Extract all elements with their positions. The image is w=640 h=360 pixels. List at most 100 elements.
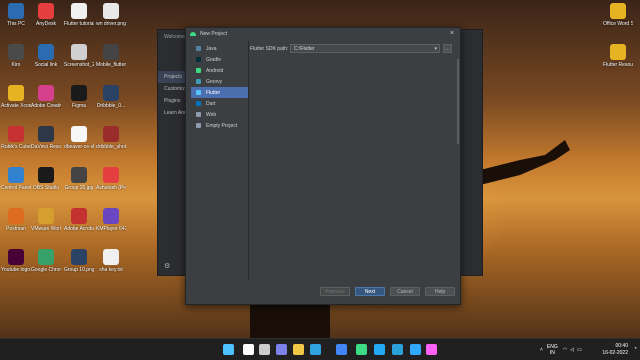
folder-icon: [8, 85, 24, 101]
dialog-titlebar: New Project: [186, 28, 460, 40]
chevron-up-icon[interactable]: ˄: [540, 347, 543, 353]
folder-icon: [610, 44, 626, 60]
clock[interactable]: 00:40 16-02-2022: [602, 343, 628, 357]
desktop-icon[interactable]: Google Chrome: [31, 249, 61, 273]
desktop-icon-label: Screenshot_2...: [64, 62, 94, 68]
chevron-down-icon[interactable]: ▾: [434, 46, 439, 52]
welcome-item-learn[interactable]: Learn Android: [158, 107, 185, 119]
project-type-web[interactable]: Web: [191, 109, 248, 120]
project-type-empty-project[interactable]: Empty Project: [191, 120, 248, 131]
desktop-icon[interactable]: This PC: [1, 3, 31, 27]
project-type-groovy[interactable]: Groovy: [191, 76, 248, 87]
desktop-icon[interactable]: Postman: [1, 208, 31, 232]
photoshop-icon[interactable]: [410, 344, 421, 355]
project-type-label: Dart: [206, 100, 216, 107]
welcome-item-plugins[interactable]: Plugins: [158, 95, 185, 107]
desktop-icon[interactable]: Mobile_flutter_2...: [96, 44, 126, 68]
close-icon[interactable]: ×: [450, 30, 454, 37]
clock-date: 16-02-2022: [602, 350, 628, 356]
desktop-icon[interactable]: wn driver.png: [96, 3, 126, 27]
desktop-icon[interactable]: Adobe Acrobat DC: [64, 208, 94, 232]
android-studio-logo-icon: [190, 32, 196, 36]
edge-icon[interactable]: [310, 344, 321, 355]
desktop-icon[interactable]: DaVinci Resolve: [31, 126, 61, 150]
telegram-icon[interactable]: [392, 344, 403, 355]
xd-icon[interactable]: [426, 344, 437, 355]
search-icon[interactable]: [243, 344, 254, 355]
desktop-icon-label: sha key.txt: [99, 267, 123, 273]
desktop-icon-label: Rubik's Cube: [1, 144, 31, 150]
project-type-android[interactable]: Android: [191, 65, 248, 76]
desktop-icon[interactable]: Youtube logo.xd: [1, 249, 31, 273]
desktop-icon[interactable]: dribbble_shots: [96, 126, 126, 150]
help-button[interactable]: Help: [425, 287, 455, 296]
file-explorer-icon[interactable]: [293, 344, 304, 355]
desktop-icon[interactable]: Group 20.jpg: [64, 167, 94, 191]
control-panel-icon: [8, 167, 24, 183]
desktop-icon-label: KMPlayer 64X: [96, 226, 126, 232]
chrome-icon: [38, 249, 54, 265]
project-type-label: Flutter: [206, 89, 221, 96]
desktop-icon[interactable]: Dribbble_0...: [96, 85, 126, 109]
dbeaver-icon: [71, 126, 87, 142]
browse-button[interactable]: …: [443, 44, 452, 53]
windows-start-icon[interactable]: [223, 344, 234, 355]
welcome-item-customize[interactable]: Customize: [158, 83, 185, 95]
vscode-icon[interactable]: [374, 344, 385, 355]
welcome-item-projects[interactable]: Projects: [158, 71, 185, 83]
desktop-icon[interactable]: Rubik's Cube: [1, 126, 31, 150]
project-type-flutter[interactable]: Flutter: [191, 87, 248, 98]
desktop-icon[interactable]: Control Panel: [1, 167, 31, 191]
text-file-icon: [103, 249, 119, 265]
desktop-icon[interactable]: sha key.txt: [96, 249, 126, 273]
desktop-icon-label: Ashutosh (Person 1...: [96, 185, 126, 191]
project-type-list: Java Gradle Android Groovy Flutter Dart Web Emp…: [191, 41, 249, 280]
next-button[interactable]: Next: [355, 287, 385, 296]
volume-icon[interactable]: ◁: [570, 347, 574, 353]
battery-icon[interactable]: ▭: [577, 347, 582, 353]
desktop-icon[interactable]: Flutter tutorial: [64, 3, 94, 27]
desktop-icon-label: wn driver.png: [96, 21, 126, 27]
system-tray: ˄ ENG IN ◠ ◁ ▭: [540, 339, 582, 360]
desktop-icon[interactable]: Ashutosh (Person 1...: [96, 167, 126, 191]
desktop-icon-label: Adobe Acrobat DC: [64, 226, 94, 232]
desktop-icon-label: Kiro: [11, 62, 21, 68]
android-icon: [196, 68, 201, 73]
settings-gear-icon[interactable]: ⚙: [164, 262, 170, 270]
desktop-icon[interactable]: Group 10.png: [64, 249, 94, 273]
desktop-icon[interactable]: dbeaver-ce-shortcut: [64, 126, 94, 150]
location-icon: [38, 44, 54, 60]
tray-language[interactable]: ENG IN: [547, 344, 558, 356]
desktop-icon[interactable]: Screenshot_2...: [64, 44, 94, 68]
desktop-icon[interactable]: VMware Workstati...: [31, 208, 61, 232]
sdk-path-input[interactable]: C:\Flutter ▾: [290, 44, 440, 53]
kmplayer-icon: [103, 208, 119, 224]
notification-icon[interactable]: ◔: [633, 346, 637, 352]
wifi-icon[interactable]: ◠: [563, 347, 567, 353]
desktop-icon[interactable]: Flutter Resources: [603, 44, 633, 68]
desktop-icon[interactable]: KMPlayer 64X: [96, 208, 126, 232]
desktop-icon[interactable]: Activate Xcode: [1, 85, 31, 109]
task-view-icon[interactable]: [259, 344, 270, 355]
project-type-dart[interactable]: Dart: [191, 98, 248, 109]
desktop-icon[interactable]: Kiro: [1, 44, 31, 68]
flutter-icon: [196, 90, 201, 95]
desktop-icon[interactable]: Office Word Special: [603, 3, 633, 27]
project-type-label: Web: [206, 111, 217, 118]
desktop-icon[interactable]: Social link: [31, 44, 61, 68]
teams-chat-icon[interactable]: [276, 344, 287, 355]
scrollbar[interactable]: [457, 59, 459, 144]
dart-icon: [196, 101, 201, 106]
project-type-gradle[interactable]: Gradle: [191, 54, 248, 65]
cancel-button[interactable]: Cancel: [390, 287, 420, 296]
image-file-icon: [71, 249, 87, 265]
project-type-java[interactable]: Java: [191, 43, 248, 54]
gradle-icon: [196, 57, 201, 62]
desktop-icon[interactable]: AnyDesk: [31, 3, 61, 27]
desktop-icon[interactable]: Adobe Creative...: [31, 85, 61, 109]
desktop-icon[interactable]: OBS Studio: [31, 167, 61, 191]
previous-button[interactable]: Previous: [320, 287, 350, 296]
chrome-icon[interactable]: [336, 344, 347, 355]
desktop-icon[interactable]: Figma: [64, 85, 94, 109]
android-studio-icon[interactable]: [356, 344, 367, 355]
